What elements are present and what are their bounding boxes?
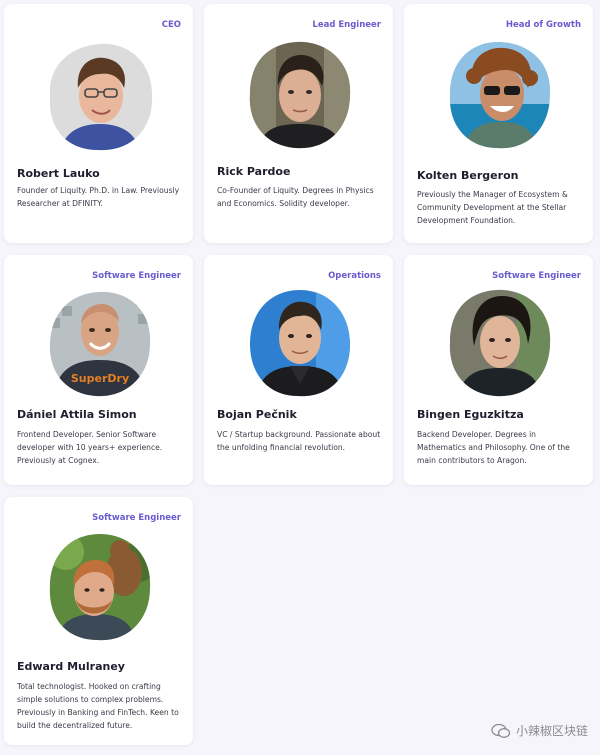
wechat-icon — [491, 723, 511, 739]
team-card-rick-pardoe: Lead Engineer Rick Pardoe Co-Founder of … — [204, 4, 393, 243]
member-name: Dániel Attila Simon — [17, 408, 137, 421]
role-label: Software Engineer — [92, 513, 181, 523]
watermark: 小辣椒区块链 — [491, 722, 588, 739]
team-card-edward-mulraney: Software Engineer Edward Mulraney Total … — [4, 497, 193, 745]
avatar-bojan-pecnik — [250, 290, 350, 397]
role-label: Lead Engineer — [312, 20, 381, 30]
role-label: Software Engineer — [492, 271, 581, 281]
avatar-photo — [446, 40, 554, 150]
member-name: Kolten Bergeron — [417, 169, 519, 182]
member-name: Rick Pardoe — [217, 165, 291, 178]
member-bio: Backend Developer. Degrees in Mathematic… — [417, 430, 570, 465]
avatar-photo — [46, 532, 154, 642]
team-card-robert-lauko: CEO Robert Lauko Founder of Liquity. Ph.… — [4, 4, 193, 243]
avatar-photo — [246, 288, 354, 398]
member-bio: Previously the Manager of Ecosystem & Co… — [417, 190, 568, 225]
member-bio: Frontend Developer. Senior Software deve… — [17, 430, 163, 465]
member-bio: Founder of Liquity. Ph.D. in Law. Previo… — [17, 186, 180, 208]
member-bio: Co-Founder of Liquity. Degrees in Physic… — [217, 186, 374, 208]
svg-text:SuperDry: SuperDry — [71, 372, 129, 385]
avatar-rick-pardoe — [249, 41, 351, 149]
member-name: Bingen Eguzkitza — [417, 408, 524, 421]
watermark-text: 小辣椒区块链 — [515, 724, 588, 738]
role-label: Software Engineer — [92, 271, 181, 281]
member-bio: VC / Startup background. Passionate abou… — [217, 430, 381, 452]
member-name: Bojan Pečnik — [217, 408, 297, 421]
avatar-photo — [446, 288, 554, 398]
avatar-photo: SuperDry — [46, 288, 154, 398]
role-label: CEO — [161, 20, 181, 30]
team-card-bingen-eguzkitza: Software Engineer Bingen Eguzkitza Backe… — [404, 255, 593, 485]
role-label: Operations — [328, 271, 381, 281]
avatar-kolten-bergeron — [449, 42, 551, 149]
avatar-robert-lauko — [49, 43, 153, 151]
member-name: Edward Mulraney — [17, 660, 125, 673]
avatar-bingen-eguzkitza — [449, 289, 551, 397]
team-card-bojan-pecnik: Operations Bojan Pečnik VC / Startup bac… — [204, 255, 393, 485]
member-name: Robert Lauko — [17, 167, 100, 180]
avatar-photo — [46, 42, 154, 152]
avatar-edward-mulraney — [49, 534, 151, 641]
avatar-photo — [246, 40, 354, 150]
team-card-kolten-bergeron: Head of Growth Kolten Bergeron Previousl… — [404, 4, 593, 243]
avatar-daniel-attila-simon: SuperDry — [49, 291, 151, 397]
member-bio: Total technologist. Hooked on crafting s… — [17, 682, 179, 730]
team-card-daniel-attila-simon: Software Engineer SuperDry Dániel Attila… — [4, 255, 193, 485]
role-label: Head of Growth — [505, 20, 581, 30]
